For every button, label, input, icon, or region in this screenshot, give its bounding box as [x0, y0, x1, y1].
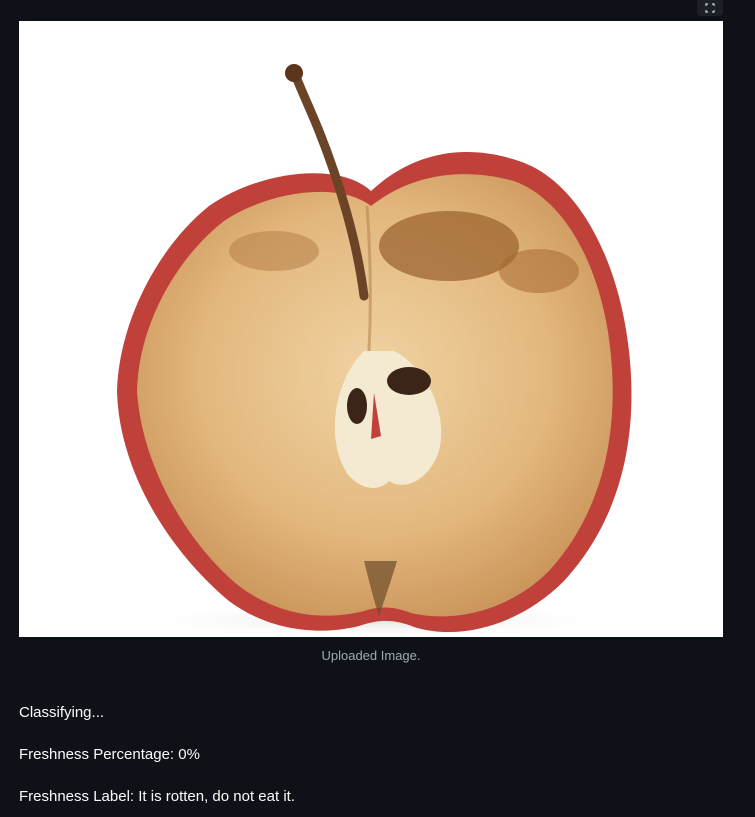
- freshness-percentage-value: 0%: [178, 746, 200, 763]
- freshness-label-prefix: Freshness Label:: [19, 788, 139, 805]
- freshness-label-value: It is rotten, do not eat it.: [138, 788, 295, 805]
- app-page: Uploaded Image. Classifying... Freshness…: [0, 0, 755, 817]
- freshness-percentage-label: Freshness Percentage:: [19, 746, 179, 763]
- uploaded-image: [19, 21, 723, 637]
- rotten-apple-image: [19, 21, 723, 637]
- status-text: Classifying...: [19, 704, 105, 721]
- fullscreen-button[interactable]: [697, 0, 723, 16]
- fullscreen-icon: [705, 3, 715, 13]
- image-caption: Uploaded Image.: [321, 648, 421, 663]
- freshness-label: Freshness Label: It is rotten, do not ea…: [19, 788, 295, 805]
- freshness-percentage: Freshness Percentage: 0%: [19, 746, 200, 763]
